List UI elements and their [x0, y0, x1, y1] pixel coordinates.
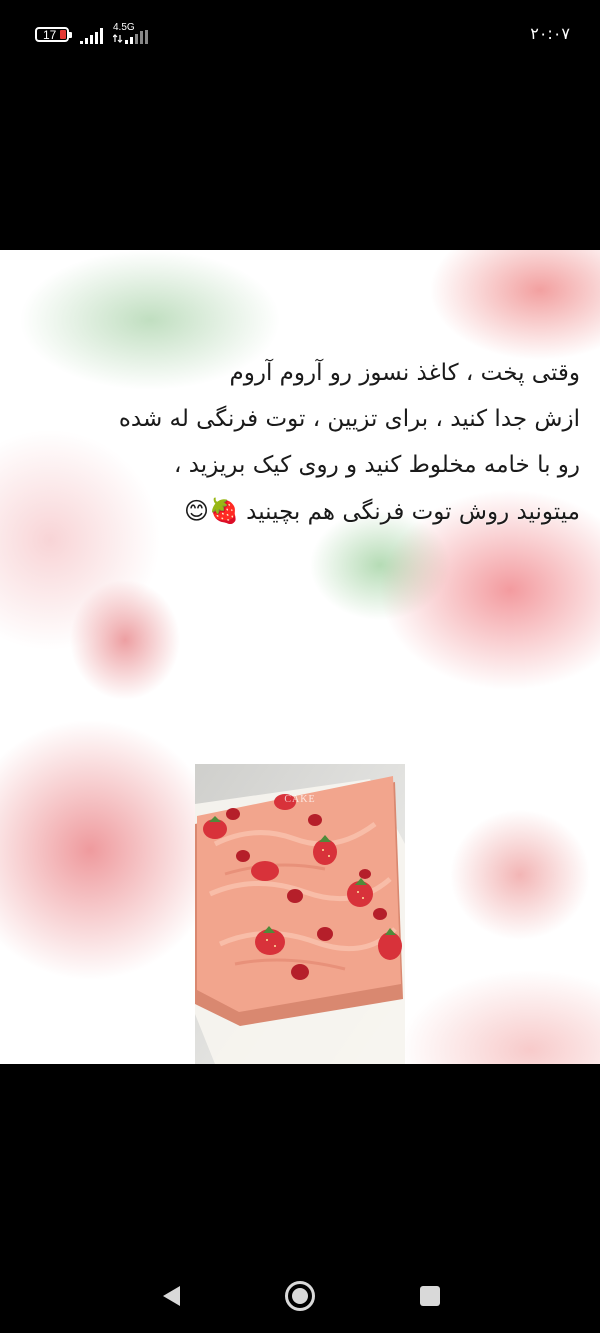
back-triangle-icon — [163, 1286, 180, 1306]
battery-icon: 17 — [35, 27, 72, 42]
caption-line: رو با خامه مخلوط کنید و روی کیک بریزید ، — [173, 452, 580, 478]
photo-watermark: CAKE — [284, 794, 316, 805]
status-bar: 17 4.5G ۲۰:۰۷ — [0, 0, 600, 70]
background-blob — [70, 580, 180, 700]
post-image-panel: وقتی پخت ، کاغذ نسوز رو آروم آروم ازش جد… — [0, 250, 600, 1064]
home-button[interactable] — [282, 1278, 318, 1314]
caption-line: میتونید روش توت فرنگی هم بچینید — [246, 499, 580, 525]
home-circle-icon — [285, 1281, 315, 1311]
back-button[interactable] — [153, 1278, 189, 1314]
battery-level: 17 — [43, 28, 57, 42]
status-clock: ۲۰:۰۷ — [530, 24, 570, 43]
strawberry-sheet-cake-image — [195, 764, 405, 1064]
background-blob — [450, 810, 590, 940]
background-blob — [400, 970, 600, 1064]
caption-emojis: 🍓😊 — [183, 497, 239, 525]
navigation-bar — [0, 1260, 600, 1333]
post-caption: وقتی پخت ، کاغذ نسوز رو آروم آروم ازش جد… — [40, 350, 580, 535]
background-blob — [0, 720, 220, 980]
recents-button[interactable] — [412, 1278, 448, 1314]
caption-line-with-emoji: میتونید روش توت فرنگی هم بچینید 🍓😊 — [40, 488, 580, 535]
caption-line: وقتی پخت ، کاغذ نسوز رو آروم آروم — [229, 360, 580, 386]
background-blob — [430, 250, 600, 360]
caption-line: ازش جدا کنید ، برای تزیین ، توت فرنگی له… — [118, 406, 580, 432]
recents-square-icon — [420, 1286, 440, 1306]
cake-photo: CAKE — [195, 764, 405, 1064]
signal-strength-icon — [80, 28, 103, 44]
signal-strength-secondary-icon — [113, 30, 148, 44]
battery-fill — [60, 30, 66, 39]
